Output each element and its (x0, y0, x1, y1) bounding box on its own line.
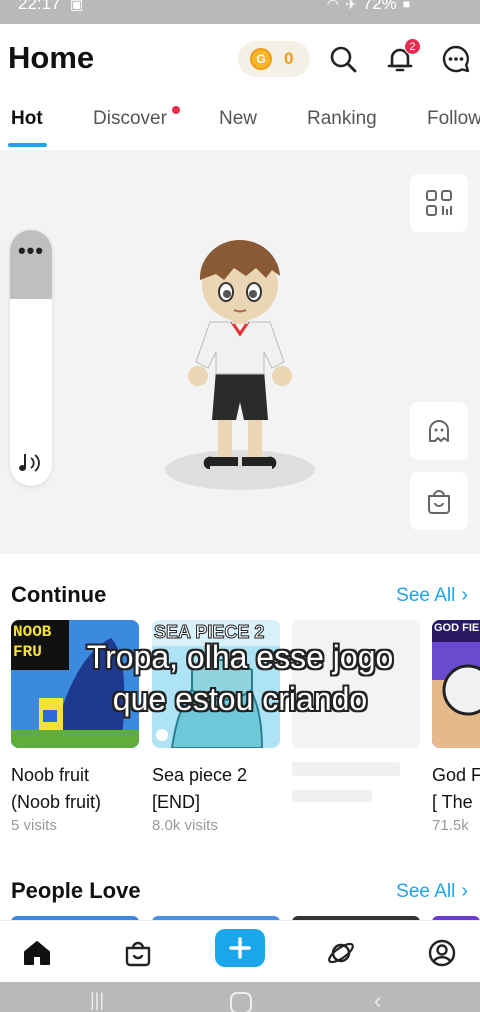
see-all-label: See All (396, 584, 456, 606)
game-name: Sea piece 2 [END] (152, 762, 280, 816)
create-plus-icon (229, 937, 251, 959)
status-time: 22:17 (18, 0, 61, 13)
chevron-right-icon: › (461, 880, 468, 902)
caption-line2: que estou criando (112, 681, 368, 717)
wifi-icon: ◠ (326, 0, 339, 12)
planet-icon (328, 942, 354, 964)
volume-slider[interactable]: ••• (10, 230, 52, 486)
tab-discover[interactable]: Discover (93, 108, 167, 130)
qr-scan-button[interactable] (410, 174, 468, 232)
people-love-see-all-link[interactable]: See All › (396, 880, 468, 903)
system-navigation-bar: ||| ‹ (0, 982, 480, 1012)
avatar-shop-button[interactable] (410, 472, 468, 530)
home-icon (24, 941, 50, 965)
ghost-button[interactable] (410, 402, 468, 460)
game-name-line1: God F (432, 765, 480, 785)
battery-icon: ■ (402, 0, 410, 11)
home-content: Continue See All › NOOB FRU Noob fruit (… (0, 554, 480, 922)
nav-explore[interactable] (319, 931, 363, 975)
search-icon (330, 46, 357, 73)
game-thumb-text: GOD FIE (434, 622, 480, 634)
bottom-navigation (0, 920, 480, 982)
tab-new[interactable]: New (219, 108, 257, 130)
game-name-line1: Sea piece 2 (152, 765, 248, 785)
page-title: Home (8, 40, 95, 75)
ghost-icon (429, 420, 449, 442)
game-visits: 8.0k visits (152, 817, 218, 834)
airplane-icon: ✈ (344, 0, 357, 12)
game-name-line1: Noob fruit (11, 765, 90, 785)
home-pill-icon[interactable] (230, 992, 252, 1012)
avatar-stage: ••• (0, 150, 480, 554)
game-name-line2: [ The (432, 792, 473, 812)
status-bar: 22:17 ▣ ◠ ✈ 72% ■ (0, 0, 480, 24)
game-visits: 5 visits (11, 817, 57, 834)
game-name-line2: (Noob fruit) (11, 792, 102, 812)
more-icon: ••• (17, 238, 45, 263)
nav-profile[interactable] (420, 931, 464, 975)
messages-button[interactable] (439, 42, 473, 76)
battery-percent: 72% (362, 0, 397, 13)
coin-icon: G (250, 48, 272, 70)
game-name: God F [ The (432, 762, 480, 816)
see-all-label: See All (396, 880, 456, 902)
skeleton-title (292, 762, 400, 776)
status-right: ◠ ✈ 72% ■ (327, 0, 410, 14)
coin-balance-button[interactable]: G 0 (238, 41, 310, 77)
video-caption-overlay: Tropa, olha esse jogo que estou criando (24, 636, 456, 720)
notification-badge: 2 (404, 38, 421, 55)
active-tab-indicator (8, 143, 47, 147)
continue-see-all-link[interactable]: See All › (396, 584, 468, 607)
game-name: Noob fruit (Noob fruit) (11, 762, 139, 816)
media-icon: ▣ (70, 0, 84, 12)
tab-bar: Hot Discover New Ranking Follow (0, 104, 480, 150)
search-button[interactable] (326, 42, 360, 76)
back-icon[interactable]: ‹ (374, 988, 381, 1012)
people-love-section-title: People Love (11, 878, 141, 903)
caption-line1: Tropa, olha esse jogo (86, 639, 394, 675)
chevron-right-icon: › (461, 584, 468, 606)
tab-follow[interactable]: Follow (427, 108, 480, 130)
qr-scan-icon (426, 190, 452, 216)
shop-bag-icon (125, 941, 151, 967)
chat-icon (442, 45, 470, 73)
tab-hot[interactable]: Hot (11, 108, 43, 130)
create-button[interactable] (215, 929, 265, 967)
tab-ranking[interactable]: Ranking (307, 108, 377, 130)
music-note-icon (19, 454, 40, 472)
app-root: 22:17 ▣ ◠ ✈ 72% ■ Home G 0 2 Hot Discove… (0, 0, 480, 1012)
profile-icon (428, 939, 456, 967)
notifications-button[interactable]: 2 (383, 38, 421, 76)
continue-section-title: Continue (11, 582, 107, 607)
nav-home[interactable] (15, 931, 59, 975)
discover-new-dot (172, 106, 180, 114)
header: Home G 0 2 Hot Discover New Ranking Foll… (0, 24, 480, 150)
game-visits: 71.5k (432, 817, 469, 834)
recents-icon[interactable]: ||| (90, 990, 104, 1011)
game-name-line2: [END] (152, 792, 201, 812)
nav-shop[interactable] (116, 931, 160, 975)
player-avatar[interactable] (160, 230, 320, 490)
skeleton-subtitle (292, 790, 372, 802)
coin-count: 0 (284, 49, 294, 68)
shop-bag-icon (428, 490, 450, 514)
